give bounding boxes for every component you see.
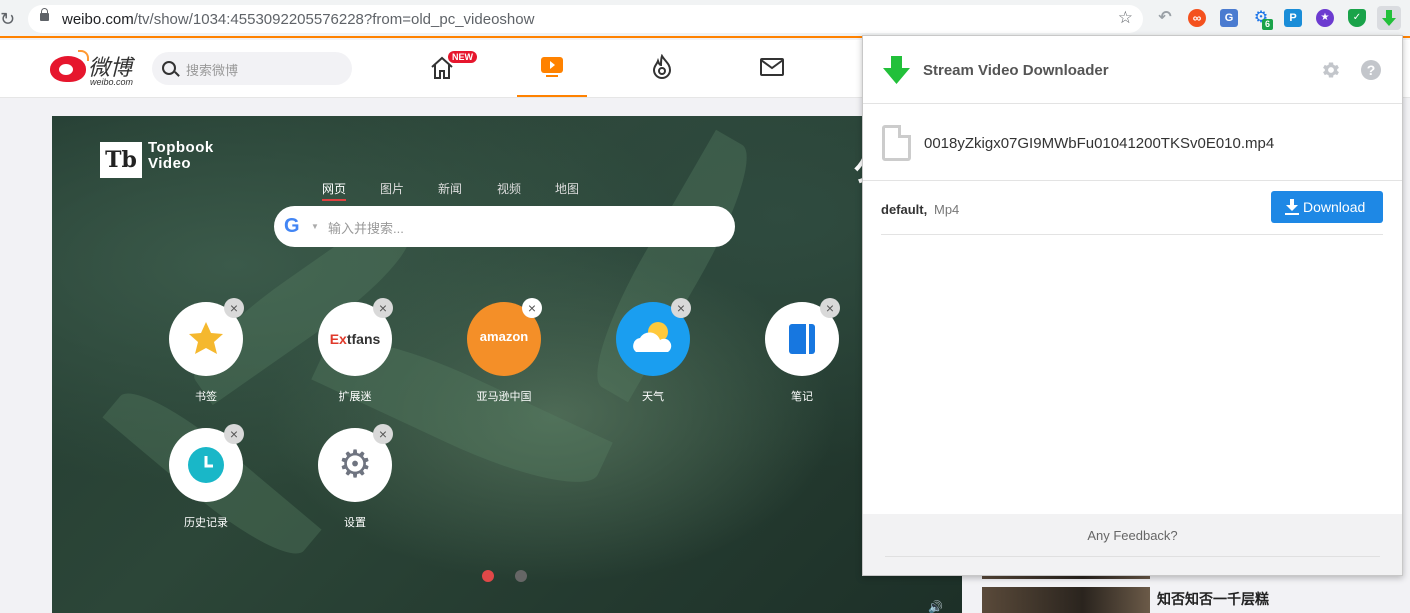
file-name: 0018yZkigx07GI9MWbFu01041200TKSv0E010.mp… bbox=[924, 135, 1275, 152]
video-thumbnail[interactable] bbox=[982, 587, 1150, 613]
tile-label: 笔记 bbox=[791, 391, 813, 403]
tab-news[interactable]: 新闻 bbox=[438, 180, 462, 197]
search-icon bbox=[162, 61, 176, 75]
tile-notes[interactable]: × 笔记 bbox=[752, 298, 852, 412]
nav-video[interactable] bbox=[517, 40, 587, 97]
chevron-down-icon[interactable]: ▼ bbox=[311, 222, 319, 231]
download-arrow-icon bbox=[883, 56, 910, 84]
search-placeholder: 搜索微博 bbox=[186, 63, 239, 78]
reload-icon[interactable]: ↻ bbox=[0, 9, 15, 29]
close-icon[interactable]: × bbox=[820, 298, 840, 318]
close-icon[interactable]: × bbox=[224, 424, 244, 444]
gear-badge-icon[interactable]: ⚙ 6 bbox=[1252, 9, 1273, 30]
tab-images[interactable]: 图片 bbox=[380, 180, 404, 197]
tile-label: 扩展迷 bbox=[338, 391, 372, 403]
download-button[interactable]: Download bbox=[1271, 191, 1383, 223]
download-button-label: Download bbox=[1303, 199, 1366, 215]
nav-messages[interactable] bbox=[737, 40, 807, 97]
close-icon[interactable]: × bbox=[224, 298, 244, 318]
popup-title: Stream Video Downloader bbox=[923, 62, 1109, 79]
video-search-placeholder: 输入并搜索... bbox=[328, 221, 404, 236]
infinity-icon[interactable]: ∞ bbox=[1188, 9, 1206, 27]
url-text[interactable]: weibo.com/tv/show/1034:4553092205576228?… bbox=[62, 11, 534, 28]
video-item-title[interactable]: 知否知否一千层糕 bbox=[1157, 589, 1269, 609]
file-icon bbox=[882, 125, 911, 161]
carousel-dot-active[interactable] bbox=[482, 570, 494, 582]
volume-icon[interactable]: 🔊 bbox=[928, 600, 943, 613]
close-icon[interactable]: × bbox=[373, 298, 393, 318]
mail-icon bbox=[760, 58, 784, 76]
tile-settings[interactable]: ⚙ × 设置 bbox=[305, 424, 405, 538]
topbook-brand: Topbook Video bbox=[148, 139, 214, 172]
tab-maps[interactable]: 地图 bbox=[555, 180, 579, 197]
tab-web[interactable]: 网页 bbox=[322, 180, 347, 201]
lock-icon[interactable] bbox=[40, 8, 49, 21]
format-type: Mp4 bbox=[934, 202, 960, 217]
gear-icon[interactable] bbox=[1321, 60, 1341, 80]
file-row: 0018yZkigx07GI9MWbFu01041200TKSv0E010.mp… bbox=[863, 105, 1402, 181]
popup-footer: Any Feedback? bbox=[863, 514, 1402, 575]
tile-label: 设置 bbox=[344, 517, 366, 529]
video-player[interactable]: Tb TopbookVideo 匀 网页 图片 新闻 视频 地图 G ▼ 输入并… bbox=[52, 116, 962, 613]
weibo-eye-icon bbox=[50, 50, 89, 82]
flame-icon bbox=[652, 54, 672, 79]
weibo-logo[interactable]: 微博 weibo.com bbox=[50, 50, 140, 87]
format-quality: default, bbox=[881, 202, 928, 217]
star-extension-icon[interactable]: ★ bbox=[1316, 9, 1334, 27]
close-icon[interactable]: × bbox=[522, 298, 542, 318]
nav-hot[interactable] bbox=[627, 40, 697, 97]
popup-header: Stream Video Downloader ? bbox=[863, 36, 1402, 104]
shield-extension-icon[interactable]: ✓ bbox=[1348, 9, 1366, 27]
tile-label: 历史记录 bbox=[184, 517, 228, 529]
video-search-input[interactable]: G ▼ 输入并搜索... bbox=[274, 206, 735, 247]
download-icon bbox=[1285, 199, 1299, 215]
bookmark-star-icon[interactable]: ☆ bbox=[1118, 8, 1133, 28]
tile-label: 书签 bbox=[195, 391, 217, 403]
topbook-logo: Tb bbox=[100, 142, 142, 178]
tile-label: 天气 bbox=[642, 391, 664, 403]
help-icon[interactable]: ? bbox=[1361, 60, 1381, 80]
tile-extfans[interactable]: Extfans × 扩展迷 bbox=[305, 298, 405, 412]
carousel-dot[interactable] bbox=[515, 570, 527, 582]
tile-history[interactable]: × 历史记录 bbox=[156, 424, 256, 538]
tile-amazon[interactable]: amazon × 亚马逊中国 bbox=[454, 298, 554, 412]
stream-downloader-popup: Stream Video Downloader ? 0018yZkigx07GI… bbox=[862, 35, 1403, 576]
tile-weather[interactable]: × 天气 bbox=[603, 298, 703, 412]
tab-videos[interactable]: 视频 bbox=[497, 180, 521, 197]
close-icon[interactable]: × bbox=[671, 298, 691, 318]
tile-label: 亚马逊中国 bbox=[476, 391, 532, 403]
format-row: default, Mp4 Download bbox=[881, 191, 1383, 235]
stream-downloader-icon[interactable] bbox=[1377, 6, 1401, 30]
search-input[interactable]: 搜索微博 bbox=[152, 52, 352, 85]
back-arrow-icon[interactable]: ↶ bbox=[1156, 9, 1174, 27]
nav-home[interactable] bbox=[407, 40, 477, 97]
weibo-logo-subtext: weibo.com bbox=[90, 77, 134, 87]
video-play-icon bbox=[541, 57, 563, 77]
feedback-link[interactable]: Any Feedback? bbox=[863, 528, 1402, 543]
translate-icon[interactable]: G bbox=[1220, 9, 1238, 27]
footer-divider bbox=[885, 556, 1380, 557]
close-icon[interactable]: × bbox=[373, 424, 393, 444]
browser-toolbar: ↻ weibo.com/tv/show/1034:455309220557622… bbox=[0, 0, 1410, 38]
new-badge: NEW bbox=[448, 51, 477, 63]
tile-bookmarks[interactable]: × 书签 bbox=[156, 298, 256, 412]
google-icon: G bbox=[284, 215, 300, 237]
address-bar[interactable]: weibo.com/tv/show/1034:4553092205576228?… bbox=[28, 5, 1143, 33]
p-extension-icon[interactable]: P bbox=[1284, 9, 1302, 27]
